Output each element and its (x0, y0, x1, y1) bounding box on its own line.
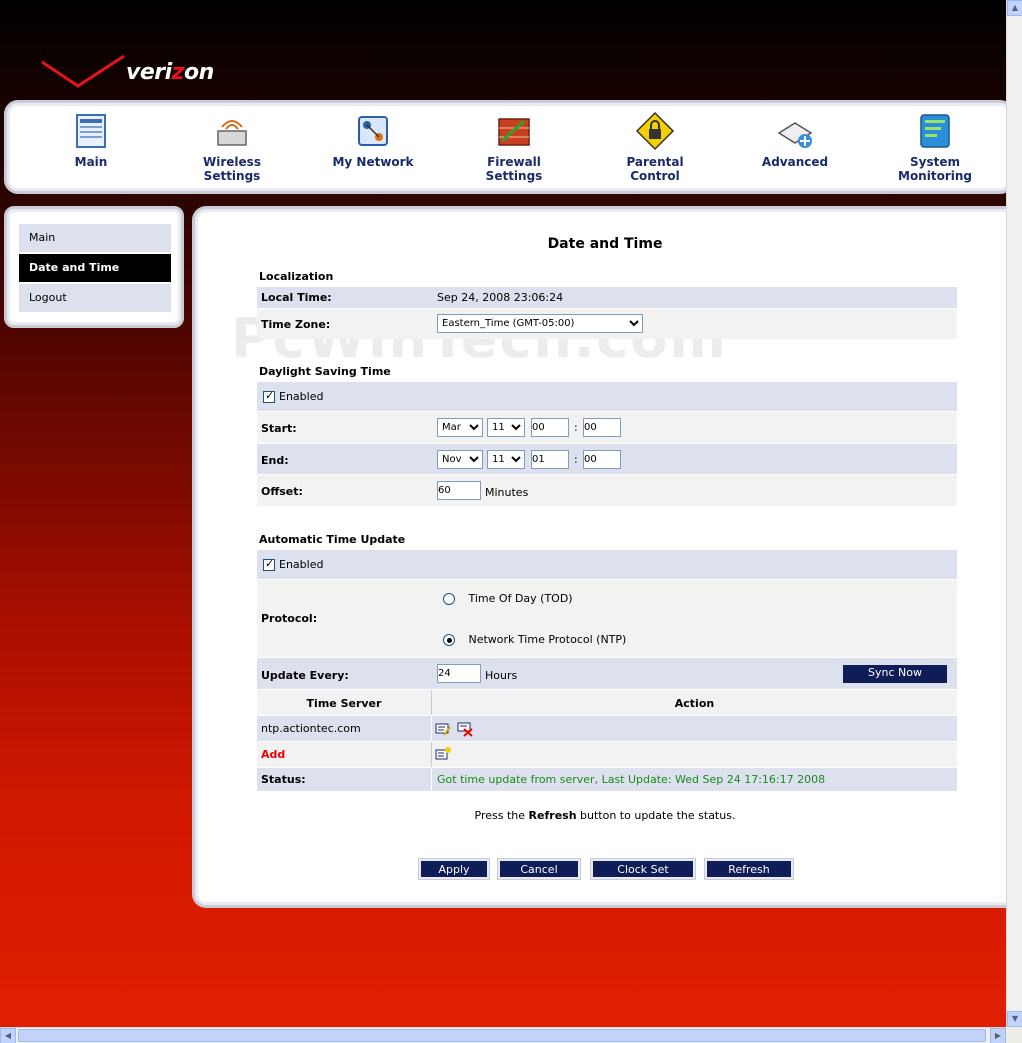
protocol-label: Protocol: (261, 612, 318, 625)
status-row: Status: Got time update from server, Las… (257, 767, 957, 792)
scroll-down-icon[interactable]: ▼ (1007, 1011, 1022, 1027)
dst-end-month-select[interactable]: Nov (437, 450, 483, 469)
advanced-icon (777, 122, 813, 148)
time-zone-row: Time Zone: Eastern_Time (GMT-05:00) (257, 308, 957, 339)
protocol-tod-radio[interactable] (443, 593, 455, 605)
horizontal-scrollbar[interactable]: ◀ ▶ (0, 1027, 1006, 1043)
dst-start-month-select[interactable]: Mar (437, 418, 483, 437)
monitoring-icon (920, 114, 950, 148)
nav-advanced[interactable]: Advanced (735, 111, 855, 169)
add-icon[interactable] (435, 746, 451, 762)
time-server-row: ntp.actiontec.com (257, 715, 957, 742)
status-value: Got time update from server, Last Update… (437, 773, 826, 786)
dst-offset-unit: Minutes (485, 486, 529, 499)
firewall-icon (498, 118, 530, 146)
time-zone-label: Time Zone: (261, 318, 331, 331)
vertical-scrollbar[interactable]: ▲ ▼ (1006, 0, 1022, 1027)
dst-enabled-row: Enabled (257, 381, 957, 411)
dst-end-label: End: (261, 454, 289, 467)
edit-icon[interactable] (435, 721, 451, 737)
nav-system-monitoring[interactable]: System Monitoring (875, 111, 995, 183)
dst-start-day-select[interactable]: 11 (487, 418, 525, 437)
scroll-up-icon[interactable]: ▲ (1007, 0, 1022, 16)
auto-update-enabled-checkbox[interactable] (263, 557, 275, 571)
time-zone-select[interactable]: Eastern_Time (GMT-05:00) (437, 314, 643, 333)
top-navigation: Main Wireless Settings My Network Firewa… (4, 100, 1006, 194)
dst-heading: Daylight Saving Time (259, 365, 391, 378)
update-every-label: Update Every: (261, 669, 349, 682)
sidebar-item-date-and-time[interactable]: Date and Time (19, 254, 171, 282)
sidebar: Main Date and Time Logout (4, 206, 184, 328)
dst-start-hour-input[interactable] (531, 418, 569, 437)
content-panel: PcWinTech.com Date and Time Localization… (192, 206, 1006, 908)
scroll-right-icon[interactable]: ▶ (990, 1028, 1006, 1043)
verizon-logo: verizon (38, 52, 228, 96)
status-label: Status: (261, 773, 306, 786)
dst-start-label: Start: (261, 422, 297, 435)
sidebar-item-logout[interactable]: Logout (19, 284, 171, 312)
dst-offset-row: Offset: Minutes (257, 474, 957, 506)
auto-update-enabled-row: Enabled (257, 549, 957, 579)
dst-offset-input[interactable] (437, 481, 481, 500)
local-time-value: Sep 24, 2008 23:06:24 (437, 291, 564, 304)
time-separator: : (574, 421, 578, 434)
wireless-icon (217, 120, 247, 146)
apply-button[interactable]: Apply (418, 858, 490, 880)
dst-enabled-checkbox[interactable] (263, 389, 275, 403)
nav-main[interactable]: Main (31, 111, 151, 169)
nav-parental-control[interactable]: Parental Control (595, 111, 715, 183)
network-icon (358, 116, 388, 146)
scroll-left-icon[interactable]: ◀ (0, 1028, 16, 1043)
dst-end-row: End: Nov 11 : (257, 443, 957, 474)
refresh-button[interactable]: Refresh (704, 858, 794, 880)
sync-now-button[interactable]: Sync Now (843, 665, 947, 683)
local-time-label: Local Time: (261, 291, 332, 304)
time-separator: : (574, 453, 578, 466)
time-server-header-row: Time Server Action (257, 689, 957, 716)
protocol-ntp-radio[interactable] (443, 634, 455, 646)
refresh-hint: Press the Refresh button to update the s… (474, 809, 736, 822)
time-server-name: ntp.actiontec.com (261, 722, 361, 735)
protocol-row: Protocol: Time Of Day (TOD) Network Time… (257, 579, 957, 657)
nav-my-network[interactable]: My Network (313, 111, 433, 169)
clock-set-button[interactable]: Clock Set (590, 858, 696, 880)
page-viewport: verizon Main Wireless Settings My Networ… (0, 0, 1006, 1027)
local-time-row: Local Time: Sep 24, 2008 23:06:24 (257, 286, 957, 308)
protocol-ntp-label: Network Time Protocol (NTP) (468, 633, 627, 646)
page-title: Date and Time (547, 236, 663, 252)
horizontal-scroll-thumb[interactable] (18, 1029, 986, 1042)
nav-wireless-settings[interactable]: Wireless Settings (172, 111, 292, 183)
verizon-check-icon (41, 54, 125, 88)
dst-end-minute-input[interactable] (583, 450, 621, 469)
protocol-tod-label: Time Of Day (TOD) (468, 592, 573, 605)
dst-end-day-select[interactable]: 11 (487, 450, 525, 469)
delete-icon[interactable] (457, 721, 473, 737)
cancel-button[interactable]: Cancel (497, 858, 581, 880)
dst-enabled-label: Enabled (279, 390, 324, 403)
verizon-wordmark: verizon (126, 60, 214, 85)
auto-update-enabled-label: Enabled (279, 558, 324, 571)
add-server-link[interactable]: Add (261, 748, 285, 761)
update-every-unit: Hours (485, 669, 518, 682)
dst-start-row: Start: Mar 11 : (257, 411, 957, 443)
dst-start-minute-input[interactable] (583, 418, 621, 437)
action-column-header: Action (674, 697, 715, 710)
nav-firewall-settings[interactable]: Firewall Settings (454, 111, 574, 183)
add-server-row: Add (257, 741, 957, 768)
parental-lock-icon (635, 111, 675, 151)
localization-heading: Localization (259, 270, 334, 283)
dst-end-hour-input[interactable] (531, 450, 569, 469)
dst-offset-label: Offset: (261, 485, 303, 498)
update-every-row: Update Every: Hours Sync Now (257, 657, 957, 689)
sidebar-item-main[interactable]: Main (19, 224, 171, 252)
main-icon (76, 114, 106, 148)
scrollbar-corner (1006, 1027, 1022, 1043)
update-every-input[interactable] (437, 664, 481, 683)
time-server-column-header: Time Server (306, 697, 382, 710)
auto-update-heading: Automatic Time Update (259, 533, 406, 546)
